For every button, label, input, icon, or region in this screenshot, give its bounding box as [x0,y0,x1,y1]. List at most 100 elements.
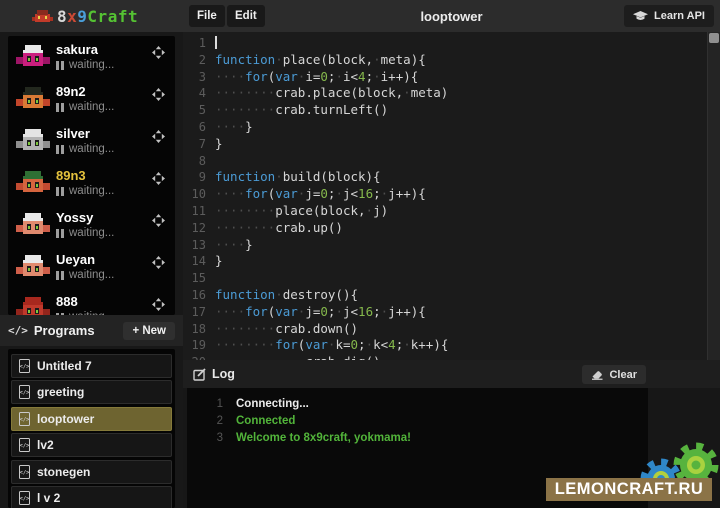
crab-avatar-icon [16,86,50,111]
code-text: ····for(var·j=0;·j<16;·j++){ [215,304,426,321]
player-row[interactable]: Yossy waiting... [8,204,175,246]
player-row[interactable]: 89n3 waiting... [8,162,175,204]
code-line[interactable]: 4 ········crab.place(block,·meta) [183,85,720,102]
program-name: Untitled 7 [37,359,92,373]
code-line[interactable]: 11 ········place(block,·j) [183,203,720,220]
code-text [215,35,217,52]
code-line[interactable]: 9 function·build(block){ [183,169,720,186]
code-text: ········place(block,·j) [215,203,388,220]
code-text: function·destroy(){ [215,287,358,304]
player-name: Ueyan [56,252,95,267]
locate-player-icon[interactable] [152,172,165,185]
locate-player-icon[interactable] [152,88,165,101]
log-line-text: Connected [236,415,295,427]
player-status: waiting... [56,143,114,155]
crab-logo-icon [32,9,53,24]
line-number: 3 [183,69,215,86]
player-status-text: waiting... [69,269,114,281]
code-text: ····for(var·j=0;·j<16;·j++){ [215,186,426,203]
code-line[interactable]: 6 ····} [183,119,720,136]
locate-player-icon[interactable] [152,256,165,269]
new-program-button[interactable]: + New [123,322,175,340]
code-line[interactable]: 7 } [183,136,720,153]
player-row[interactable]: 888 waiting... [8,288,175,315]
player-row[interactable]: 89n2 waiting... [8,78,175,120]
clear-log-label: Clear [609,369,637,381]
program-row[interactable]: </> greeting [11,380,172,404]
code-line[interactable]: 2 function·place(block,·meta){ [183,52,720,69]
log-line-number: 2 [187,415,223,427]
locate-player-icon[interactable] [152,130,165,143]
line-number: 15 [183,270,215,287]
locate-player-icon[interactable] [152,298,165,311]
text-cursor [215,36,217,49]
code-line[interactable]: 8 [183,153,720,170]
code-line[interactable]: 15 [183,270,720,287]
crab-avatar-icon [16,128,50,153]
line-number: 1 [183,35,215,52]
program-name: l v 2 [37,491,60,505]
program-file-icon: </> [19,412,30,426]
program-row[interactable]: </> looptower [11,407,172,431]
app-logo: 8x9Craft [32,7,138,26]
code-line[interactable]: 14 } [183,253,720,270]
app-window: 8x9Craft File Edit looptower Learn API s [0,0,720,508]
program-row[interactable]: </> Untitled 7 [11,354,172,378]
locate-player-icon[interactable] [152,214,165,227]
code-editor[interactable]: 1 2 function·place(block,·meta){ 3 ····f… [183,32,720,360]
code-text: ····} [215,237,253,254]
code-text: ····} [215,119,253,136]
code-icon: </> [8,324,28,337]
code-line[interactable]: 19 ········for(var·k=0;·k<4;·k++){ [183,337,720,354]
line-number: 18 [183,321,215,338]
learn-api-button[interactable]: Learn API [624,5,714,27]
log-line: 2 Connected [187,412,648,429]
log-line-number: 3 [187,432,223,444]
svg-text:</>: </> [20,443,30,449]
line-number: 12 [183,220,215,237]
player-row[interactable]: silver waiting... [8,120,175,162]
line-number: 6 [183,119,215,136]
line-number: 8 [183,153,215,170]
code-line[interactable]: 5 ········crab.turnLeft() [183,102,720,119]
pause-icon [56,145,64,154]
player-row[interactable]: sakura waiting... [8,36,175,78]
editor-scrollbar-thumb[interactable] [709,33,719,43]
program-row[interactable]: </> lv2 [11,433,172,457]
crab-avatar-icon [16,254,50,279]
line-number: 7 [183,136,215,153]
editor-scrollbar[interactable] [707,32,720,360]
locate-player-icon[interactable] [152,46,165,59]
program-name: lv2 [37,438,54,452]
pause-icon [56,187,64,196]
crab-avatar-icon [16,44,50,69]
code-line[interactable]: 16 function·destroy(){ [183,287,720,304]
sidebar: sakura waiting... 89n2 [0,32,183,508]
eraser-icon [591,369,604,380]
player-status-text: waiting... [69,227,114,239]
svg-text:</>: </> [20,470,30,476]
edit-note-icon [193,368,206,381]
code-line[interactable]: 18 ········crab.down() [183,321,720,338]
code-line[interactable]: 12 ········crab.up() [183,220,720,237]
code-line[interactable]: 13 ····} [183,237,720,254]
clear-log-button[interactable]: Clear [582,365,646,384]
log-header: Log Clear [183,360,720,388]
player-name: 89n2 [56,84,86,99]
code-line[interactable]: 3 ····for(var·i=0;·i<4;·i++){ [183,69,720,86]
player-name: 888 [56,294,78,309]
code-line[interactable]: 17 ····for(var·j=0;·j<16;·j++){ [183,304,720,321]
line-number: 19 [183,337,215,354]
code-line[interactable]: 1 [183,35,720,52]
program-file-icon: </> [19,491,30,505]
player-status-text: waiting... [69,59,114,71]
code-text: ········crab.turnLeft() [215,102,388,119]
player-row[interactable]: Ueyan waiting... [8,246,175,288]
program-row[interactable]: </> stonegen [11,460,172,484]
program-row[interactable]: </> l v 2 [11,486,172,508]
program-file-icon: </> [19,438,30,452]
pause-icon [56,103,64,112]
log-line: 1 Connecting... [187,395,648,412]
code-line[interactable]: 10 ····for(var·j=0;·j<16;·j++){ [183,186,720,203]
line-number: 9 [183,169,215,186]
